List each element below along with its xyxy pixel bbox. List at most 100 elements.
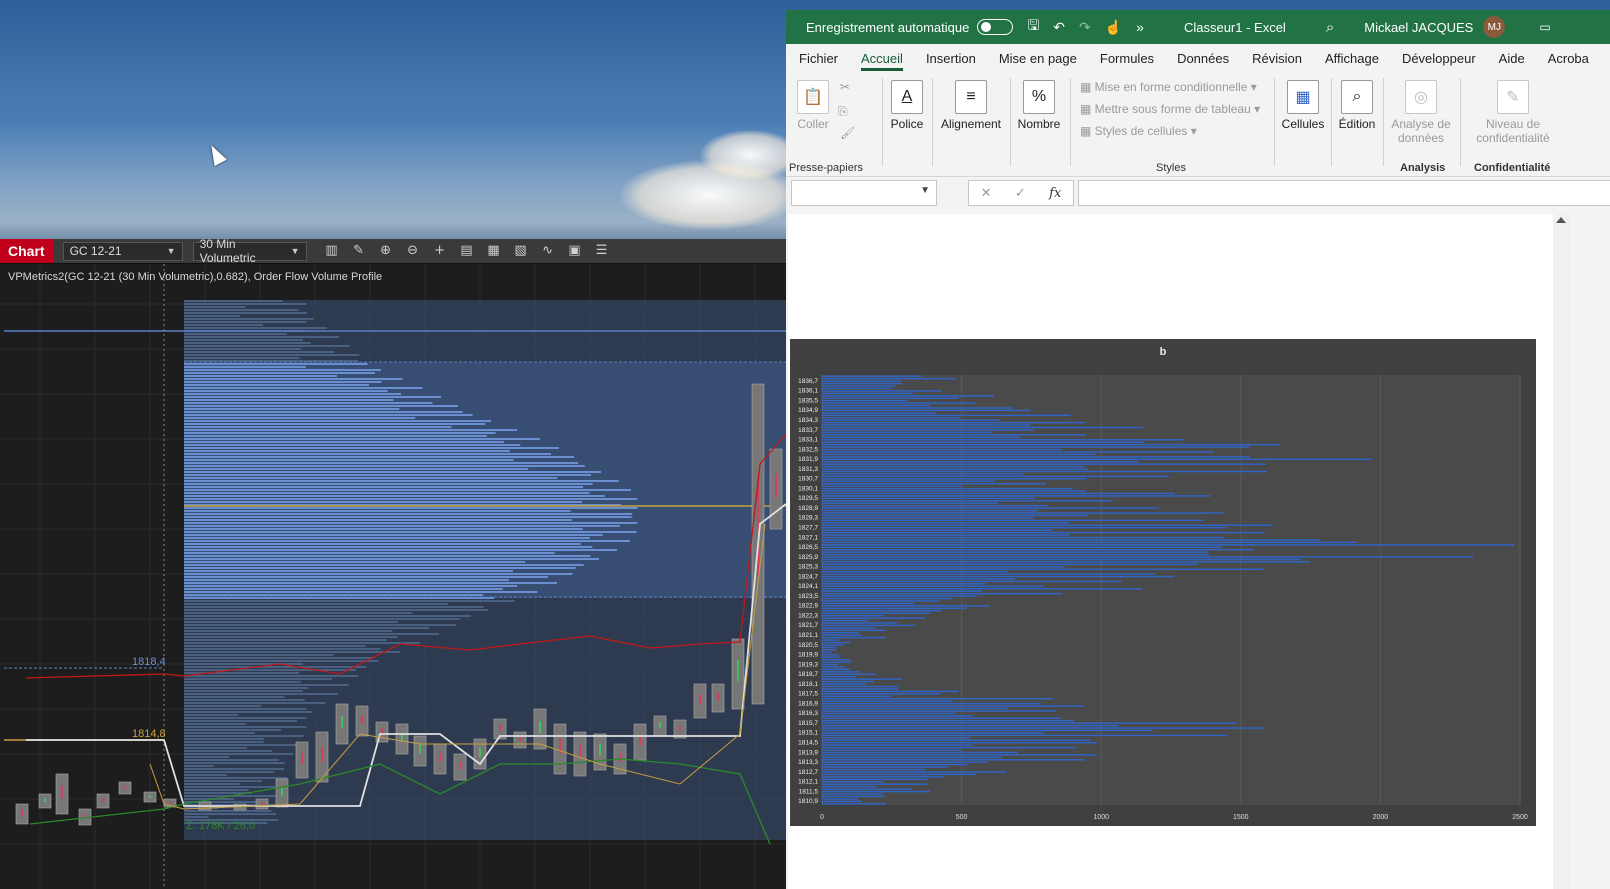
tab-donnees[interactable]: Données [1177,48,1229,69]
price-chart[interactable] [0,264,786,889]
data-box-icon[interactable]: ▤ [456,241,478,261]
tab-mise-en-page[interactable]: Mise en page [999,48,1077,69]
alignment-label: Alignement [940,117,1002,131]
bar [822,732,1044,734]
format-painter-icon[interactable]: 🖌 [840,126,855,140]
save-icon[interactable]: 🖫 [1027,15,1039,39]
instrument-select[interactable]: GC 12-21 ▼ [62,241,183,261]
undo-icon[interactable]: ↶ [1053,19,1065,36]
search-icon[interactable]: ⌕ [1326,19,1334,36]
volume-bar [184,768,285,770]
tab-affichage[interactable]: Affichage [1325,48,1379,69]
redo-icon[interactable]: ↷ [1079,19,1091,36]
bar [822,456,1250,458]
volume-bar [184,378,403,380]
volume-bar [184,336,340,338]
crosshair-icon[interactable]: + [429,241,451,261]
bar [822,695,892,697]
period-select[interactable]: 30 Min Volumetric ▼ [192,237,307,265]
tab-accueil[interactable]: Accueil [861,48,903,71]
y-tick-label: 1828,3 [798,515,818,522]
sensitivity-icon: ✎ [1497,80,1529,114]
bar [822,705,1084,707]
avatar[interactable]: MJ [1483,16,1506,38]
bar [822,737,971,739]
format-as-table-button[interactable]: ▦ Mettre sous forme de tableau ▾ [1080,102,1260,116]
bar [822,478,1087,480]
volume-bar [184,690,303,692]
ribbon-display-icon[interactable]: ▭ [1539,20,1550,34]
conditional-format-button[interactable]: ▦ Mise en forme conditionnelle ▾ [1080,80,1257,94]
divider [1070,78,1071,166]
tab-insertion[interactable]: Insertion [926,48,976,69]
zoom-out-icon[interactable]: ⊖ [402,241,424,261]
vertical-scrollbar[interactable] [1553,214,1570,889]
pencil-icon[interactable]: ✎ [348,241,370,261]
more-commands-icon[interactable]: » [1136,19,1144,35]
analyze-data-button[interactable]: ◎ Analyse de données [1388,80,1454,145]
candle-marker [169,801,171,804]
volume-bar [184,414,473,416]
alignment-button[interactable]: ≡ Alignement [938,80,1004,131]
bar [822,570,1008,573]
excel-bar-chart[interactable]: b 0 500 1000 1500 2000 2500 1836,7 1836,1 1835,5 1… [790,339,1536,826]
tab-aide[interactable]: Aide [1499,48,1525,69]
list-icon[interactable]: ☰ [591,241,613,261]
copy-icon[interactable]: ⎘ [838,104,848,119]
bar [822,688,898,690]
chevron-down-icon: ▼ [920,185,930,196]
tab-revision[interactable]: Révision [1252,48,1302,69]
touch-mode-icon[interactable]: ☝ [1105,19,1122,36]
y-tick-label: 1835,5 [798,397,818,404]
volume-bar [184,600,515,602]
zoom-in-icon[interactable]: ⊕ [375,241,397,261]
bar [822,661,852,663]
bar-type-icon[interactable]: ▥ [321,241,343,261]
cell-styles-button[interactable]: ▦ Styles de cellules ▾ [1080,124,1197,138]
font-label: Police [890,117,924,131]
tab-developpeur[interactable]: Développeur [1402,48,1476,69]
volume-bar [184,582,557,584]
tab-formules[interactable]: Formules [1100,48,1154,69]
scroll-up-icon[interactable] [1556,217,1566,223]
bar [822,690,959,693]
formula-input[interactable] [1078,180,1610,206]
volume-bar [184,522,638,524]
bar [822,463,1266,465]
autosave-toggle[interactable] [977,19,1014,35]
volume-bar [184,624,456,626]
strategies-icon[interactable]: ∿ [537,241,559,261]
volume-bar [184,774,227,776]
editing-button[interactable]: ⌕ Édition [1336,80,1378,131]
bar [822,465,1084,468]
templates-icon[interactable]: ▣ [564,241,586,261]
bar [822,658,850,661]
fx-icon[interactable]: fx [1049,186,1061,201]
enter-icon[interactable]: ✓ [1015,185,1026,201]
cells-button[interactable]: ▦ Cellules [1280,80,1326,131]
bar [822,666,845,668]
bar [822,536,1225,539]
volume-bar [184,420,492,422]
font-button[interactable]: A Police [890,80,924,131]
chart-title: b [1160,346,1167,358]
bar [822,548,1254,551]
cut-icon[interactable]: ✂ [840,80,850,94]
sensitivity-button[interactable]: ✎ Niveau de confidentialité [1468,80,1558,145]
indicators-icon[interactable]: ▧ [510,241,532,261]
volume-bar [184,696,285,698]
chart-tab[interactable]: Chart [0,239,53,263]
tab-fichier[interactable]: Fichier [799,48,838,69]
bar [822,605,990,607]
paste-button[interactable]: 📋 Coller [796,80,830,131]
bar [822,803,887,805]
bar [822,375,922,377]
properties-icon[interactable]: ▦ [483,241,505,261]
number-button[interactable]: % Nombre [1016,80,1062,131]
bar [822,698,1053,700]
tab-acrobat[interactable]: Acroba [1548,48,1589,69]
y-tick-label: 1827,7 [798,524,818,531]
cancel-icon[interactable]: ✕ [981,185,992,201]
name-box[interactable]: ▼ [791,180,937,206]
user-name[interactable]: Mickael JACQUES [1364,20,1473,35]
